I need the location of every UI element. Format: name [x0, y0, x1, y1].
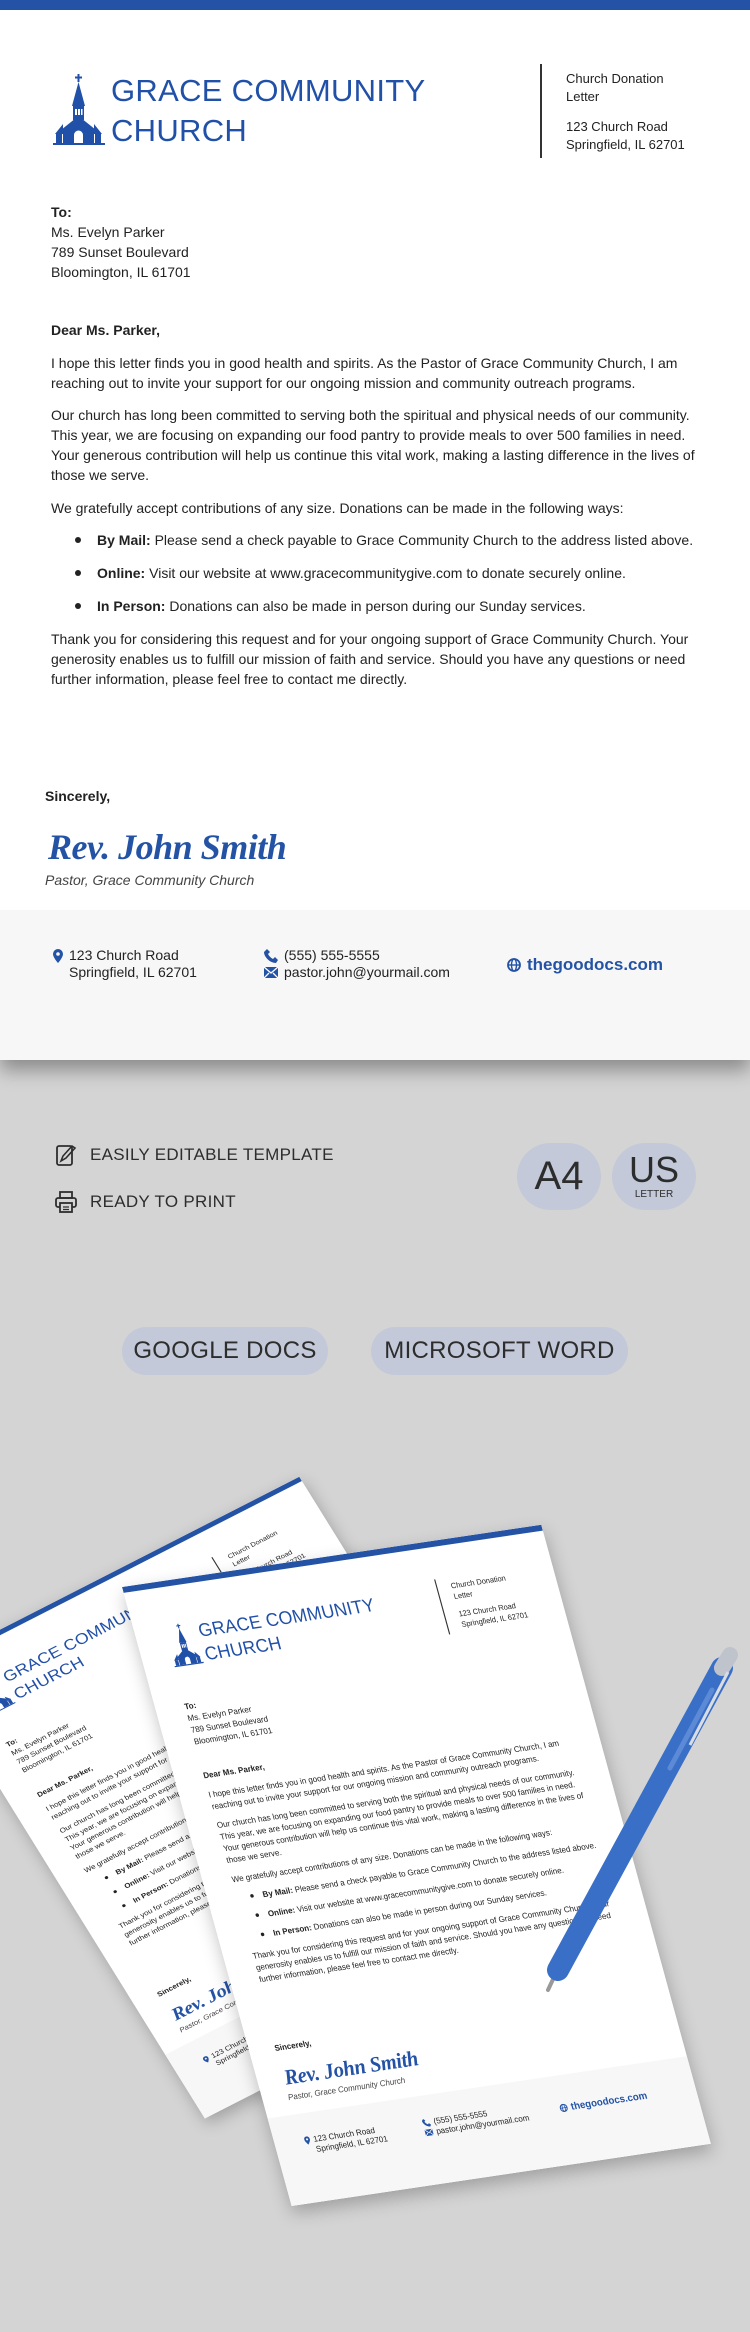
list-item: Online: Visit our website at www.graceco…	[51, 563, 706, 583]
donation-methods-list: By Mail: Please send a check payable to …	[51, 530, 706, 616]
doc-type: Church Donation	[566, 71, 664, 86]
microsoft-word-badge: MICROSOFT WORD	[371, 1327, 628, 1375]
feature-label: READY TO PRINT	[90, 1192, 236, 1211]
paragraph: I hope this letter finds you in good hea…	[51, 354, 678, 391]
header-address-2: Springfield, IL 62701	[566, 137, 685, 152]
method-text: Visit our website at www.gracecommunityg…	[145, 565, 626, 581]
recipient-city: Bloomington, IL 61701	[51, 264, 191, 280]
google-docs-badge: GOOGLE DOCS	[122, 1327, 328, 1375]
salutation: Dear Ms. Parker,	[51, 322, 160, 338]
recipient-street: 789 Sunset Boulevard	[51, 244, 189, 260]
phone-icon	[264, 948, 278, 963]
feature-editable: EASILY EDITABLE TEMPLATE	[55, 1144, 334, 1166]
us-letter-badge: US LETTER	[612, 1143, 696, 1210]
method-label: In Person:	[97, 598, 166, 614]
footer-email[interactable]: pastor.john@yourmail.com	[284, 964, 450, 981]
title-line-2: CHURCH	[111, 113, 248, 148]
doc-type-2: Letter	[566, 89, 600, 104]
top-accent-bar	[0, 0, 750, 10]
paragraph: We gratefully accept contributions of an…	[51, 499, 624, 516]
paragraph: Our church has long been committed to se…	[51, 407, 695, 483]
feature-label: EASILY EDITABLE TEMPLATE	[90, 1145, 334, 1164]
recipient-label: To:	[51, 204, 72, 220]
letter-page: GRACE COMMUNITY CHURCH Church Donation L…	[0, 0, 750, 1060]
location-pin-icon	[53, 948, 63, 963]
method-text: Please send a check payable to Grace Com…	[150, 532, 694, 548]
church-logo-icon	[53, 74, 105, 145]
header-info: Church Donation Letter 123 Church Road S…	[566, 70, 685, 154]
footer-phone[interactable]: (555) 555-5555	[284, 947, 380, 964]
method-text: Donations can also be made in person dur…	[165, 598, 586, 614]
recipient-name: Ms. Evelyn Parker	[51, 224, 165, 240]
letter-body: Dear Ms. Parker, I hope this letter find…	[51, 320, 706, 702]
header-divider	[540, 64, 542, 158]
a4-badge: A4	[517, 1143, 601, 1210]
sign-off: Sincerely,	[45, 788, 111, 804]
website-link[interactable]: thegoodocs.com	[527, 955, 663, 975]
globe-icon	[507, 958, 521, 972]
signature: Rev. John Smith	[48, 827, 287, 867]
footer-contact: (555) 555-5555 pastor.john@yourmail.com	[264, 947, 450, 981]
title-line-1: GRACE COMMUNITY	[111, 73, 426, 108]
us-label: US	[628, 1149, 679, 1190]
email-icon	[264, 967, 278, 978]
feature-print: READY TO PRINT	[55, 1191, 236, 1213]
church-name-title: GRACE COMMUNITY CHURCH	[111, 71, 426, 151]
header-address-1: 123 Church Road	[566, 119, 668, 134]
printer-icon	[55, 1191, 77, 1213]
method-label: By Mail:	[97, 532, 151, 548]
list-item: In Person: Donations can also be made in…	[51, 596, 706, 616]
letter-footer: 123 Church Road Springfield, IL 62701 (5…	[0, 910, 750, 1060]
recipient-block: To: Ms. Evelyn Parker 789 Sunset Bouleva…	[51, 202, 191, 282]
a4-label: A4	[534, 1154, 584, 1198]
list-item: By Mail: Please send a check payable to …	[51, 530, 706, 550]
footer-address-1: 123 Church Road	[69, 947, 179, 963]
closing-paragraph: Thank you for considering this request a…	[51, 631, 689, 687]
footer-website[interactable]: thegoodocs.com	[507, 955, 663, 975]
footer-address: 123 Church Road Springfield, IL 62701	[53, 947, 197, 981]
edit-icon	[56, 1144, 77, 1166]
signer-title: Pastor, Grace Community Church	[45, 872, 255, 888]
method-label: Online:	[97, 565, 146, 581]
letter-label: LETTER	[634, 1189, 674, 1200]
footer-address-2: Springfield, IL 62701	[69, 964, 197, 980]
